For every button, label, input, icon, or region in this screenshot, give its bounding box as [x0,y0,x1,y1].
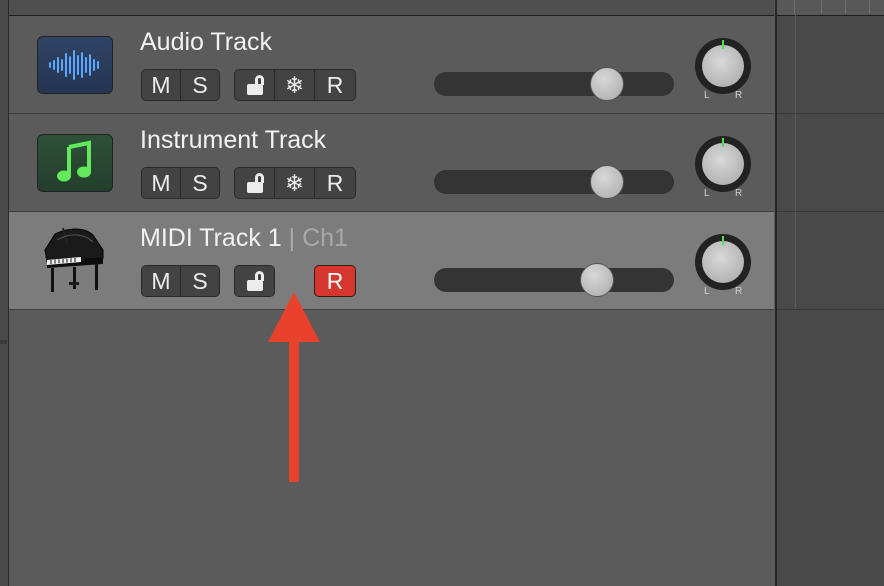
track-name-text: MIDI Track 1 [140,224,282,252]
pan-knob[interactable] [695,38,751,94]
track-lock-button[interactable] [234,167,275,199]
solo-button[interactable]: S [180,265,220,297]
pan-left-label: L [704,90,710,101]
volume-fader[interactable] [434,67,674,101]
solo-button[interactable]: S [180,69,220,101]
volume-fader[interactable] [434,263,674,297]
volume-fader[interactable] [434,165,674,199]
pan-knob[interactable] [695,234,751,290]
volume-fader-thumb[interactable] [580,263,615,297]
track-name[interactable]: MIDI Track 1 | Ch1 [140,224,348,253]
pan-right-label: R [735,90,743,101]
mute-button[interactable]: M [141,167,181,199]
red-arrow-icon [268,292,320,482]
track-row-instrument[interactable]: Instrument Track M S ❄ R L R [9,114,774,212]
timeline-ruler[interactable] [777,0,884,16]
record-enable-button[interactable]: R [314,167,356,199]
snowflake-icon: ❄ [284,72,305,98]
track-row-midi[interactable]: MIDI Track 1 | Ch1 M S R L R [9,212,774,310]
lock-icon [246,271,264,291]
track-row-audio[interactable]: Audio Track M S ❄ R L R [9,16,774,114]
solo-button[interactable]: S [180,167,220,199]
playhead-guide [795,15,796,310]
name-separator: | [288,224,296,252]
volume-fader-thumb[interactable] [589,67,624,101]
track-name[interactable]: Audio Track [140,28,272,57]
grand-piano-icon[interactable] [33,220,113,300]
freeze-button[interactable]: ❄ [274,167,315,199]
freeze-button[interactable]: ❄ [274,69,315,101]
lock-icon [246,173,264,193]
track-lock-button[interactable] [234,69,275,101]
arrange-area[interactable] [775,0,884,586]
pan-left-label: L [704,188,710,199]
mute-button[interactable]: M [141,69,181,101]
record-enable-button[interactable]: R [314,69,356,101]
track-name[interactable]: Instrument Track [140,126,326,155]
pan-knob[interactable] [695,136,751,192]
pan-left-label: L [704,286,710,297]
volume-fader-thumb[interactable] [589,165,624,199]
pan-right-label: R [735,188,743,199]
mute-button[interactable]: M [141,265,181,297]
left-edge-strip [0,0,9,586]
music-note-icon[interactable] [37,134,113,192]
snowflake-icon: ❄ [284,170,305,196]
track-list-top-edge [9,0,774,16]
waveform-icon[interactable] [37,36,113,94]
lock-icon [246,75,264,95]
pan-right-label: R [735,286,743,297]
midi-channel-label: Ch1 [302,224,348,252]
